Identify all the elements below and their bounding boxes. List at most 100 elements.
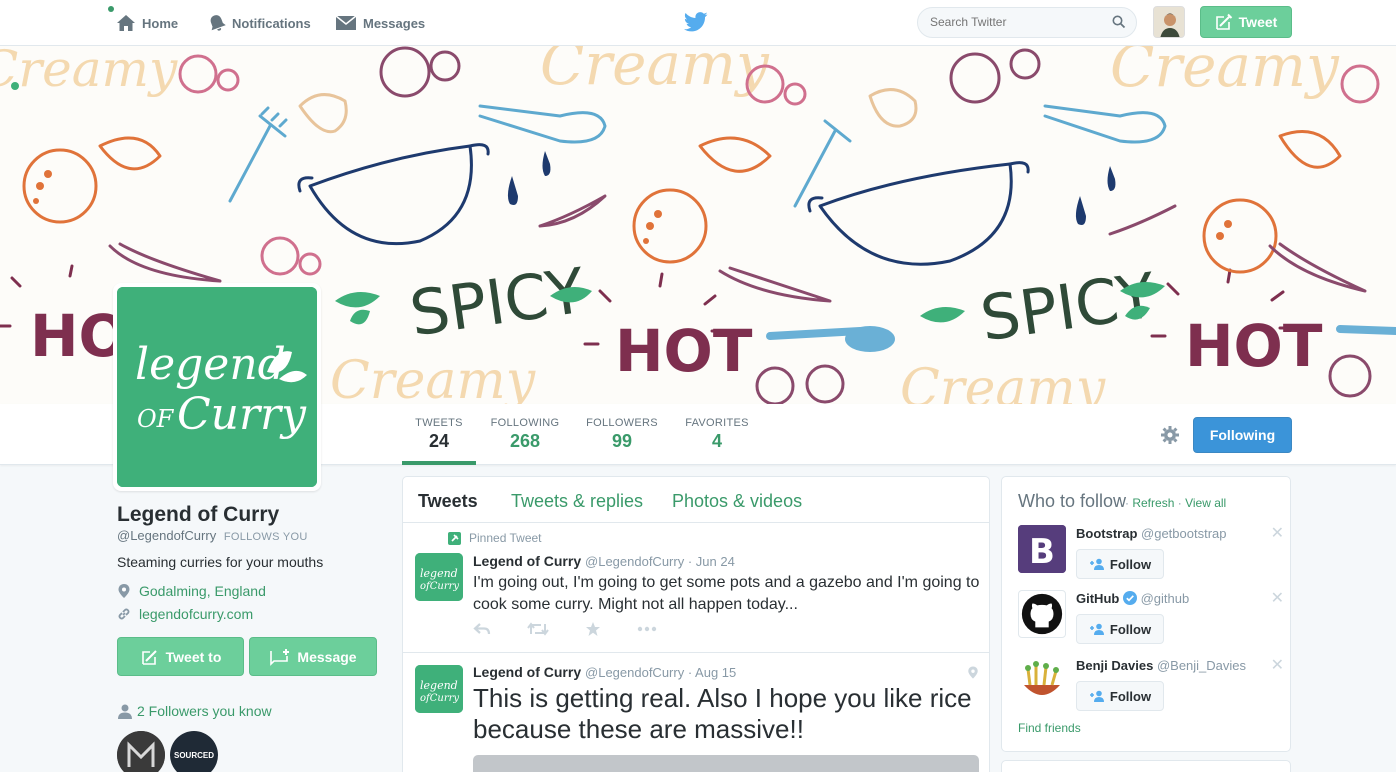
stat-following-value: 268	[509, 431, 541, 451]
suggestion-name-2[interactable]: GitHub	[1076, 591, 1119, 606]
refresh-link[interactable]: Refresh	[1132, 496, 1174, 510]
who-to-follow-panel: Who to follow · Refresh · View all B Boo…	[1001, 476, 1291, 752]
tweet-actions	[473, 621, 693, 637]
pinned-tweet-label: Pinned Tweet	[448, 531, 542, 545]
user-avatar[interactable]	[1153, 6, 1185, 38]
svg-text:B: B	[1029, 532, 1055, 572]
follow-button[interactable]: Follow	[1076, 549, 1164, 579]
tab-photos-videos[interactable]: Photos & videos	[672, 491, 802, 512]
twitter-bird-icon[interactable]	[684, 11, 708, 33]
following-button[interactable]: Following	[1193, 417, 1292, 453]
banner-word-spicy: SPICY	[405, 254, 589, 351]
profile-website[interactable]: legendofcurry.com	[117, 606, 253, 622]
timeline: Tweets Tweets & replies Photos & videos …	[402, 476, 990, 772]
stat-tweets[interactable]: TWEETS 24	[402, 404, 476, 465]
timeline-tabs: Tweets Tweets & replies Photos & videos	[403, 477, 989, 523]
dismiss-icon[interactable]: ✕	[1271, 523, 1284, 543]
gear-icon[interactable]	[1160, 425, 1180, 445]
tweet-author-name[interactable]: Legend of Curry	[473, 553, 581, 569]
profile-handle-line: @LegendofCurry FOLLOWS YOU	[117, 528, 308, 543]
banner-word-creamy-2: Creamy	[1110, 46, 1340, 100]
banner-word-hot-3: HOT	[1185, 312, 1323, 380]
known-follower-avatar-2[interactable]: SOURCED	[170, 731, 218, 772]
suggestion-handle-2[interactable]: @github	[1141, 591, 1190, 606]
suggestion-handle[interactable]: @getbootstrap	[1141, 526, 1226, 541]
suggestion-avatar-3[interactable]	[1018, 657, 1066, 705]
stat-favorites[interactable]: FAVORITES 4	[680, 404, 754, 465]
tweet-text-2: This is getting real. Also I hope you li…	[473, 683, 972, 744]
reply-icon[interactable]	[473, 621, 491, 637]
followers-you-know[interactable]: 2 Followers you know	[117, 703, 272, 719]
message-label: Message	[297, 648, 357, 665]
known-follower-avatar[interactable]	[117, 731, 165, 772]
banner-word-spicy-2: SPICY	[976, 259, 1160, 356]
tweet-handle-date[interactable]: @LegendofCurry · Jun 24	[585, 554, 735, 569]
dismiss-icon[interactable]: ✕	[1271, 655, 1284, 675]
tweet-header-2: Legend of Curry @LegendofCurry · Aug 15	[473, 664, 736, 680]
banner-word-hot-2: HOT	[615, 317, 753, 385]
nav-home-label: Home	[142, 15, 179, 31]
suggestion-handle-3[interactable]: @Benji_Davies	[1157, 658, 1246, 673]
tweet-avatar-2[interactable]: legend ofCurry	[415, 665, 463, 713]
link-icon	[118, 608, 130, 620]
profile-bio: Steaming curries for your mouths	[117, 554, 324, 570]
suggestion-name[interactable]: Bootstrap	[1076, 526, 1137, 541]
profile-location-label: Godalming, England	[139, 583, 266, 599]
banner-word-creamy-5: Creamy	[900, 359, 1106, 404]
tweet-item[interactable]: Pinned Tweet legend ofCurry Legend of Cur…	[403, 523, 989, 653]
profile-name[interactable]: Legend of Curry	[117, 503, 279, 527]
suggestion-avatar[interactable]: B	[1018, 525, 1066, 573]
tab-tweets-replies[interactable]: Tweets & replies	[511, 491, 643, 512]
search-box[interactable]	[917, 7, 1137, 38]
more-options-icon[interactable]	[637, 621, 657, 637]
search-icon[interactable]	[1112, 15, 1126, 29]
follow-button-2[interactable]: Follow	[1076, 614, 1164, 644]
dismiss-icon[interactable]: ✕	[1271, 588, 1284, 608]
pinned-tweet-text: Pinned Tweet	[469, 531, 542, 545]
svg-text:OF: OF	[137, 405, 175, 433]
tweet-photo[interactable]	[473, 755, 979, 772]
find-friends-link[interactable]: Find friends	[1018, 721, 1081, 735]
nav-notifications[interactable]: Notifications	[208, 0, 311, 46]
stat-tweets-value: 24	[428, 431, 450, 451]
search-input[interactable]	[930, 15, 1110, 29]
tweet-item-2[interactable]: legend ofCurry Legend of Curry @LegendofC…	[403, 653, 989, 772]
suggestion-name-line-2: GitHub @github	[1076, 591, 1189, 606]
banner-word-creamy-3: Creamy	[0, 46, 178, 98]
banner-word-creamy: Creamy	[540, 46, 770, 98]
compose-tweet-button[interactable]: Tweet	[1200, 6, 1292, 38]
stat-followers[interactable]: FOLLOWERS 99	[584, 404, 660, 465]
follow-button-3[interactable]: Follow	[1076, 681, 1164, 711]
retweet-icon[interactable]	[527, 621, 549, 637]
location-pin-icon[interactable]	[967, 665, 979, 680]
banner-word-creamy-4: Creamy	[330, 351, 536, 404]
new-indicator-dot	[108, 6, 114, 12]
home-icon	[117, 15, 135, 31]
favorite-star-icon[interactable]	[585, 621, 601, 637]
svg-text:ofCurry: ofCurry	[420, 693, 459, 704]
tweet-author-name-2[interactable]: Legend of Curry	[473, 664, 581, 680]
suggestion-name-line: Bootstrap @getbootstrap	[1076, 526, 1227, 541]
suggestion-name-line-3: Benji Davies @Benji_Davies	[1076, 658, 1246, 673]
suggestion-name-3[interactable]: Benji Davies	[1076, 658, 1153, 673]
suggestion-avatar-2[interactable]	[1018, 590, 1066, 638]
compose-tweet-label: Tweet	[1238, 14, 1278, 30]
tweet-to-button[interactable]: Tweet to	[117, 637, 244, 676]
stat-favorites-value: 4	[711, 431, 722, 451]
add-user-icon	[1089, 558, 1104, 570]
stat-following[interactable]: FOLLOWING 268	[486, 404, 564, 465]
tweet-handle-date-2[interactable]: @LegendofCurry · Aug 15	[585, 665, 736, 680]
nav-home[interactable]: Home	[116, 0, 178, 46]
tweet-avatar[interactable]: legend ofCurry	[415, 553, 463, 601]
profile-location[interactable]: Godalming, England	[117, 583, 266, 599]
message-button[interactable]: Message	[249, 637, 377, 676]
nav-messages[interactable]: Messages	[335, 0, 425, 46]
svg-text:legend: legend	[420, 567, 458, 580]
profile-avatar[interactable]: legend OF Curry	[113, 283, 321, 491]
view-all-link[interactable]: View all	[1185, 496, 1226, 510]
bell-icon	[210, 15, 226, 31]
verified-badge-icon	[1122, 591, 1137, 605]
suggestion-item: B Bootstrap @getbootstrap Follow ✕	[1018, 525, 1284, 585]
profile-handle[interactable]: @LegendofCurry	[117, 528, 216, 543]
tab-tweets[interactable]: Tweets	[418, 491, 478, 512]
